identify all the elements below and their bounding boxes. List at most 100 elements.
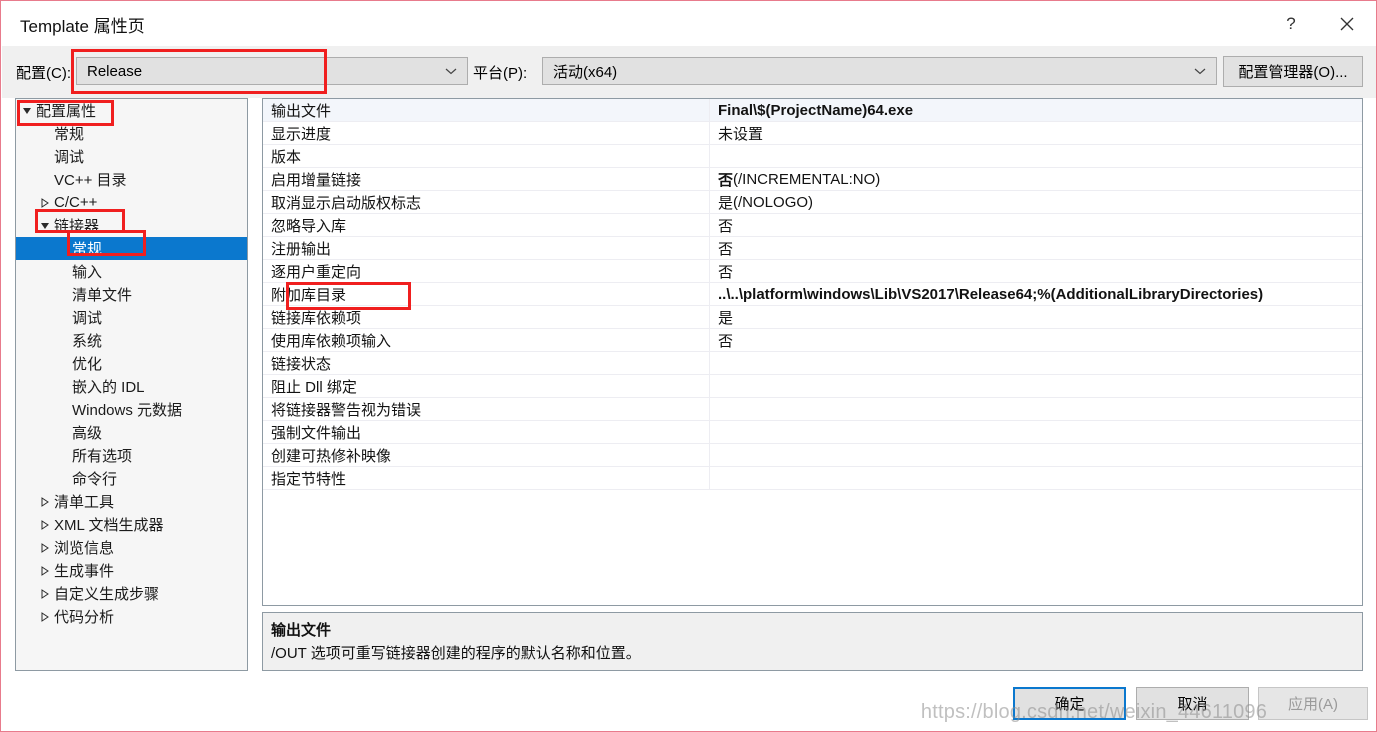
property-value[interactable]: [710, 398, 1362, 420]
property-name: 显示进度: [263, 122, 710, 144]
property-name: 逐用户重定向: [263, 260, 710, 282]
property-value-text: Final\$(ProjectName)64.exe: [718, 101, 914, 119]
property-name: 取消显示启动版权标志: [263, 191, 710, 213]
property-row[interactable]: 附加库目录 ..\..\platform\windows\Lib\VS2017\R…: [263, 283, 1362, 306]
property-value[interactable]: ..\..\platform\windows\Lib\VS2017\Releas…: [710, 283, 1362, 305]
property-row[interactable]: 注册输出否: [263, 237, 1362, 260]
tree-item[interactable]: 生成事件: [16, 559, 247, 582]
property-value[interactable]: [710, 467, 1362, 489]
tree-item[interactable]: 清单工具: [16, 490, 247, 513]
tree-item-label: 链接器: [54, 218, 100, 235]
tree-item[interactable]: 所有选项: [16, 444, 247, 467]
property-row[interactable]: 版本: [263, 145, 1362, 168]
property-row[interactable]: 创建可热修补映像: [263, 444, 1362, 467]
tree-item-label: 输入: [72, 264, 103, 281]
property-name: 版本: [263, 145, 710, 167]
description-title: 输出文件: [271, 622, 332, 639]
property-row[interactable]: 忽略导入库否: [263, 214, 1362, 237]
tree-item-label: 生成事件: [54, 563, 115, 580]
configuration-manager-button[interactable]: 配置管理器(O)...: [1223, 56, 1363, 87]
apply-button[interactable]: 应用(A): [1258, 687, 1368, 720]
property-row[interactable]: 强制文件输出: [263, 421, 1362, 444]
property-value[interactable]: 否: [710, 214, 1362, 236]
tree-item[interactable]: 常规: [16, 237, 247, 260]
tree-item[interactable]: 清单文件: [16, 283, 247, 306]
platform-dropdown[interactable]: 活动(x64): [542, 57, 1217, 85]
tree-item[interactable]: XML 文档生成器: [16, 513, 247, 536]
tree-item[interactable]: 系统: [16, 329, 247, 352]
property-value-text: 是: [718, 194, 734, 212]
property-row[interactable]: 输出文件 Final\$(ProjectName)64.exe: [263, 99, 1362, 122]
property-value[interactable]: 否 (/INCREMENTAL:NO): [710, 168, 1362, 190]
question-mark-icon: ?: [1286, 14, 1296, 33]
tree-item-label: 命令行: [72, 471, 118, 488]
property-row[interactable]: 指定节特性: [263, 467, 1362, 490]
property-value[interactable]: [710, 421, 1362, 443]
property-row[interactable]: 逐用户重定向否: [263, 260, 1362, 283]
property-value[interactable]: [710, 375, 1362, 397]
property-value[interactable]: 是: [710, 306, 1362, 328]
tree-item[interactable]: VC++ 目录: [16, 168, 247, 191]
tree-item[interactable]: 高级: [16, 421, 247, 444]
tree-item[interactable]: 调试: [16, 145, 247, 168]
property-row[interactable]: 链接状态: [263, 352, 1362, 375]
tree-item-label: 系统: [72, 333, 103, 350]
configuration-dropdown[interactable]: Release: [76, 57, 468, 85]
tree-item[interactable]: 浏览信息: [16, 536, 247, 559]
property-value[interactable]: 否: [710, 329, 1362, 351]
property-value-text: 否: [718, 332, 734, 350]
property-value[interactable]: Final\$(ProjectName)64.exe: [710, 99, 1362, 121]
tree-item[interactable]: 嵌入的 IDL: [16, 375, 247, 398]
tree-item[interactable]: 链接器: [16, 214, 247, 237]
property-row[interactable]: 将链接器警告视为错误: [263, 398, 1362, 421]
close-button[interactable]: [1324, 3, 1370, 45]
property-name: 附加库目录: [263, 283, 710, 305]
tree-item-label: VC++ 目录: [54, 172, 127, 189]
tree-item[interactable]: 常规: [16, 122, 247, 145]
property-value[interactable]: 否: [710, 237, 1362, 259]
property-value[interactable]: 否: [710, 260, 1362, 282]
property-name: 启用增量链接: [263, 168, 710, 190]
property-name: 链接库依赖项: [263, 306, 710, 328]
property-value[interactable]: [710, 352, 1362, 374]
tree-item[interactable]: 调试: [16, 306, 247, 329]
property-value[interactable]: [710, 444, 1362, 466]
tree-item[interactable]: C/C++: [16, 191, 247, 214]
tree-item[interactable]: 命令行: [16, 467, 247, 490]
tree-item[interactable]: 配置属性: [16, 99, 247, 122]
property-name: 将链接器警告视为错误: [263, 398, 710, 420]
tree-item-label: 清单文件: [72, 287, 133, 304]
property-row[interactable]: 阻止 Dll 绑定: [263, 375, 1362, 398]
property-grid[interactable]: 输出文件 Final\$(ProjectName)64.exe 显示进度 未设置 版本启…: [262, 98, 1363, 606]
help-button[interactable]: ?: [1268, 3, 1314, 45]
property-value[interactable]: 未设置: [710, 122, 1362, 144]
property-value[interactable]: 是 (/NOLOGO): [710, 191, 1362, 213]
tree-item[interactable]: Windows 元数据: [16, 398, 247, 421]
property-row[interactable]: 取消显示启动版权标志是 (/NOLOGO): [263, 191, 1362, 214]
tree-item-label: XML 文档生成器: [54, 517, 164, 534]
property-row[interactable]: 链接库依赖项是: [263, 306, 1362, 329]
tree-item-label: 配置属性: [36, 103, 97, 120]
expander-expanded-icon: [36, 221, 54, 231]
tree-item[interactable]: 输入: [16, 260, 247, 283]
tree-item[interactable]: 代码分析: [16, 605, 247, 628]
tree-item[interactable]: 优化: [16, 352, 247, 375]
property-row[interactable]: 启用增量链接否 (/INCREMENTAL:NO): [263, 168, 1362, 191]
property-row[interactable]: 显示进度 未设置: [263, 122, 1362, 145]
property-tree[interactable]: 配置属性 常规 调试 VC++ 目录 C/C++ 链接器 常规 输入 清单文件 调试 系统 优化 嵌入的…: [15, 98, 248, 671]
chevron-down-icon: [445, 58, 457, 84]
window-title: Template 属性页: [20, 17, 145, 36]
tree-item-label: 清单工具: [54, 494, 115, 511]
configuration-manager-label: 配置管理器(O)...: [1238, 64, 1348, 81]
property-row[interactable]: 使用库依赖项输入否: [263, 329, 1362, 352]
tree-item-label: 调试: [72, 310, 103, 327]
tree-item[interactable]: 自定义生成步骤: [16, 582, 247, 605]
tree-item-label: 代码分析: [54, 609, 115, 626]
property-name: 注册输出: [263, 237, 710, 259]
property-value[interactable]: [710, 145, 1362, 167]
tree-item-label: 高级: [72, 425, 103, 442]
property-name: 创建可热修补映像: [263, 444, 710, 466]
property-value-text: 否: [718, 217, 734, 235]
property-value-suffix: (/NOLOGO): [733, 193, 814, 211]
property-value-text: 否: [718, 263, 734, 281]
